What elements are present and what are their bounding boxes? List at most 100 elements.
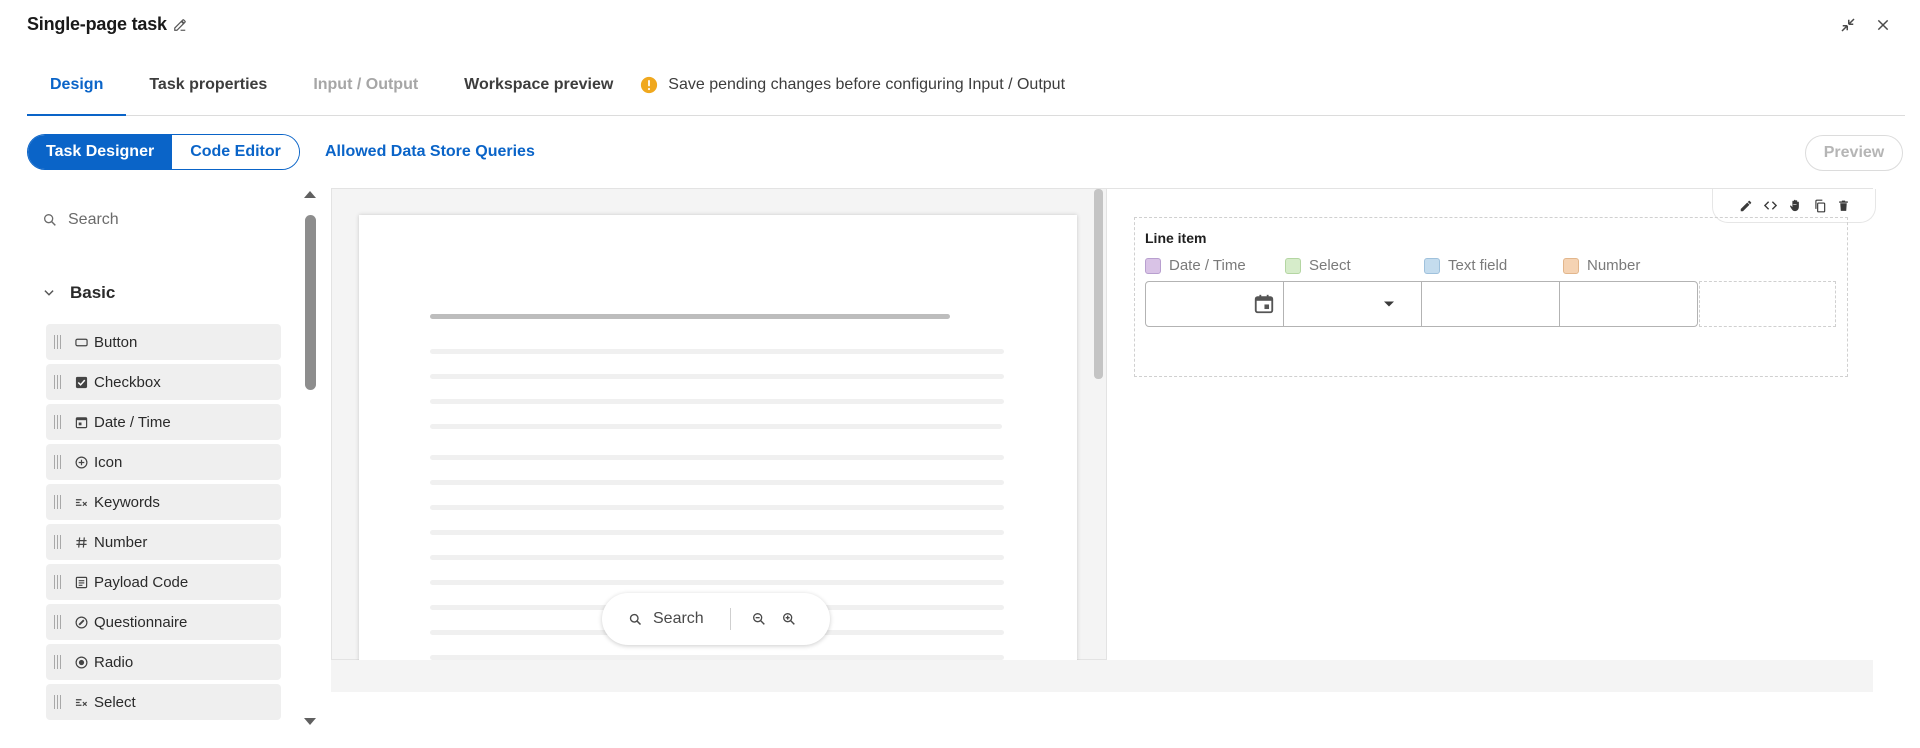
palette-item-label: Number: [94, 533, 148, 551]
drag-handle-icon[interactable]: [54, 415, 68, 429]
select-list-icon: [74, 695, 88, 709]
palette-item-label: Button: [94, 333, 138, 351]
calendar-icon: [74, 415, 88, 429]
palette-item-select[interactable]: Select: [46, 684, 281, 720]
palette-item-radio[interactable]: Radio: [46, 644, 281, 680]
design-canvas: Search Line item Date / Time Select Text…: [331, 188, 1876, 661]
button-icon: [74, 335, 88, 349]
drag-handle-icon[interactable]: [54, 495, 68, 509]
editor-mode-toggle: Task Designer Code Editor: [27, 134, 300, 170]
zoom-in-icon[interactable]: [781, 611, 797, 627]
code-icon[interactable]: [1763, 198, 1778, 213]
palette-item-button[interactable]: Button: [46, 324, 281, 360]
code-block-icon: [74, 575, 88, 589]
group-label: Basic: [70, 283, 116, 302]
radio-icon: [74, 655, 88, 669]
select-dropdown[interactable]: [1283, 281, 1422, 327]
allowed-data-store-queries-link[interactable]: Allowed Data Store Queries: [325, 143, 535, 161]
date-time-input[interactable]: [1145, 281, 1284, 327]
canvas-footer: [331, 660, 1873, 692]
edit-pencil-icon[interactable]: [173, 18, 187, 32]
palette-item-questionnaire[interactable]: Questionnaire: [46, 604, 281, 640]
palette-item-label: Select: [94, 693, 136, 711]
hash-icon: [74, 535, 88, 549]
keywords-icon: [74, 495, 88, 509]
chevron-down-icon: [42, 286, 56, 300]
title-row: Single-page task: [27, 14, 187, 35]
palette-search[interactable]: Search: [42, 211, 119, 229]
toolbar-divider: [729, 608, 731, 630]
dropdown-arrow-icon: [1383, 300, 1395, 308]
calendar-icon[interactable]: [1253, 293, 1275, 315]
palette-item-keywords[interactable]: Keywords: [46, 484, 281, 520]
code-editor-button[interactable]: Code Editor: [172, 135, 299, 169]
drag-hand-icon[interactable]: [1788, 198, 1803, 213]
copy-icon[interactable]: [1813, 199, 1827, 213]
palette-item-label: Date / Time: [94, 413, 171, 431]
edit-icon[interactable]: [1739, 199, 1753, 213]
palette-item-payload-code[interactable]: Payload Code: [46, 564, 281, 600]
column-header-date-time[interactable]: Date / Time: [1145, 257, 1246, 274]
line-item-component[interactable]: Line item Date / Time Select Text field …: [1134, 217, 1848, 377]
pending-changes-warning: Save pending changes before configuring …: [640, 66, 1065, 115]
palette-item-icon[interactable]: Icon: [46, 444, 281, 480]
palette-item-checkbox[interactable]: Checkbox: [46, 364, 281, 400]
text-field-input[interactable]: [1421, 281, 1560, 327]
warning-icon: [640, 76, 658, 94]
column-header-select[interactable]: Select: [1285, 257, 1351, 274]
palette-items: Button Checkbox Date / Time Icon Keyword…: [46, 324, 281, 724]
drag-handle-icon[interactable]: [54, 375, 68, 389]
palette-item-label: Icon: [94, 453, 123, 471]
group-basic-header[interactable]: Basic: [42, 283, 115, 303]
drag-handle-icon[interactable]: [54, 575, 68, 589]
tab-workspace-preview[interactable]: Workspace preview: [441, 66, 636, 115]
doc-line: [430, 399, 1004, 404]
form-builder-area: Line item Date / Time Select Text field …: [1106, 189, 1876, 661]
column-label: Select: [1309, 257, 1351, 274]
scroll-down-icon[interactable]: [303, 716, 317, 728]
doc-search-button[interactable]: Search: [653, 610, 704, 628]
doc-line: [430, 580, 1004, 585]
search-input[interactable]: Search: [68, 211, 119, 229]
drag-handle-icon[interactable]: [54, 535, 68, 549]
page-title: Single-page task: [27, 14, 167, 34]
scroll-up-icon[interactable]: [303, 188, 317, 200]
close-icon[interactable]: [1872, 14, 1894, 36]
drag-handle-icon[interactable]: [54, 615, 68, 629]
palette-item-number[interactable]: Number: [46, 524, 281, 560]
doc-line: [430, 424, 1002, 429]
search-icon: [628, 612, 643, 627]
component-palette: Search Basic Button Checkbox Date / Time…: [27, 188, 297, 748]
doc-line: [430, 349, 1004, 354]
line-item-row: [1145, 281, 1836, 327]
pane-splitter[interactable]: [1094, 189, 1103, 379]
palette-item-date-time[interactable]: Date / Time: [46, 404, 281, 440]
tab-design[interactable]: Design: [27, 66, 127, 116]
number-input[interactable]: [1559, 281, 1698, 327]
doc-heading-placeholder: [430, 314, 950, 319]
preview-button[interactable]: Preview: [1805, 135, 1903, 171]
doc-line: [430, 505, 1004, 510]
checkbox-icon: [74, 375, 88, 389]
delete-icon[interactable]: [1837, 199, 1850, 213]
palette-item-label: Questionnaire: [94, 613, 188, 631]
palette-scrollbar[interactable]: [303, 188, 317, 728]
column-drop-zone[interactable]: [1699, 281, 1836, 327]
tab-task-properties[interactable]: Task properties: [126, 66, 290, 115]
color-swatch: [1424, 257, 1440, 274]
drag-handle-icon[interactable]: [54, 655, 68, 669]
drag-handle-icon[interactable]: [54, 335, 68, 349]
warning-text: Save pending changes before configuring …: [668, 76, 1066, 93]
column-label: Date / Time: [1169, 257, 1246, 274]
drag-handle-icon[interactable]: [54, 695, 68, 709]
scrollbar-thumb[interactable]: [305, 215, 316, 390]
zoom-out-icon[interactable]: [751, 611, 767, 627]
collapse-icon[interactable]: [1837, 14, 1859, 36]
drag-handle-icon[interactable]: [54, 455, 68, 469]
column-label: Number: [1587, 257, 1641, 274]
line-item-title: Line item: [1145, 230, 1207, 246]
column-header-number[interactable]: Number: [1563, 257, 1640, 274]
color-swatch: [1145, 257, 1161, 274]
column-header-text-field[interactable]: Text field: [1424, 257, 1507, 274]
task-designer-button[interactable]: Task Designer: [28, 135, 173, 169]
